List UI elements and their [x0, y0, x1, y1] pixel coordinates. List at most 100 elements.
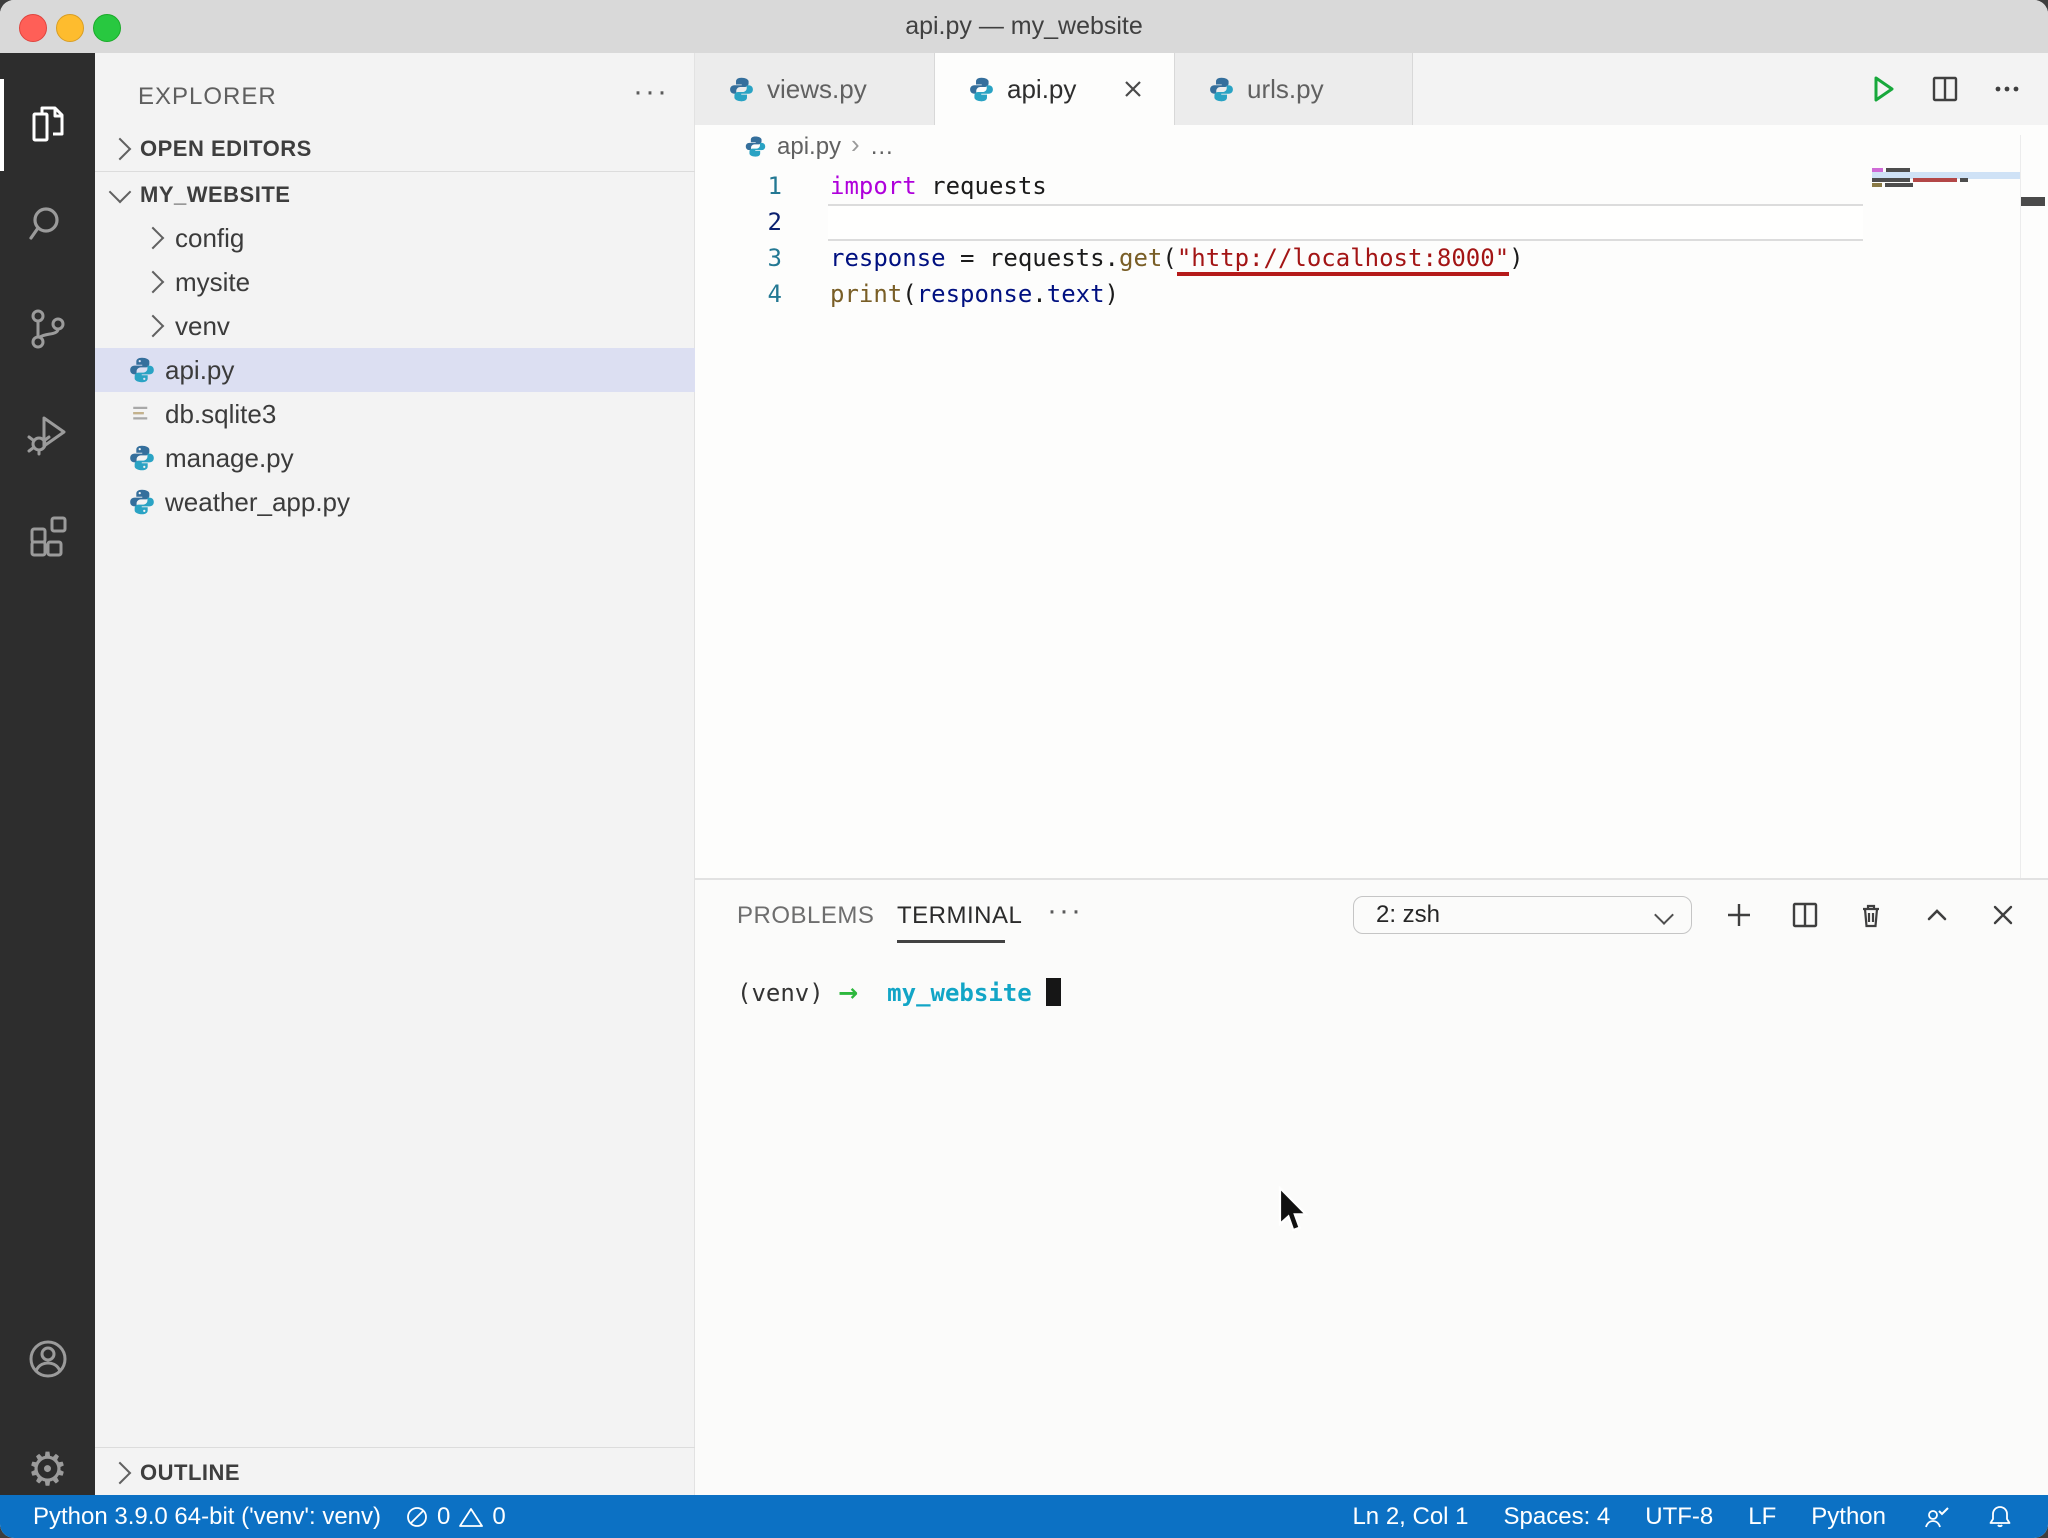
code-editor[interactable]: 1 import requests 2 3 response = requests.… — [695, 168, 2025, 312]
extensions-icon — [24, 512, 72, 560]
python-file-icon — [745, 136, 766, 157]
editor-group: views.py api.py urls.py api.py › … 1 imp… — [695, 53, 2048, 878]
gear-icon: ⚙ — [26, 1442, 69, 1496]
python-file-icon — [130, 445, 154, 471]
breadcrumb-symbol[interactable]: … — [870, 133, 894, 161]
tab-api-py[interactable]: api.py — [935, 53, 1175, 125]
python-file-icon — [130, 489, 154, 515]
close-panel-button[interactable] — [1986, 898, 2020, 932]
panel-tab-terminal[interactable]: TERMINAL — [897, 902, 1022, 930]
tree-item-db-sqlite3[interactable]: db.sqlite3 — [95, 392, 695, 436]
python-file-icon — [1210, 77, 1233, 101]
active-indicator — [0, 79, 4, 171]
code-line: 4 print(response.text) — [767, 280, 1119, 308]
chevron-right-icon — [141, 270, 165, 294]
active-tab-underline — [897, 940, 1005, 943]
chevron-right-icon — [108, 1461, 132, 1485]
tree-item-weather-app-py[interactable]: weather_app.py — [95, 480, 695, 524]
split-editor-button[interactable] — [1928, 72, 1962, 106]
debug-icon — [24, 410, 72, 458]
overview-ruler-mark — [2021, 197, 2045, 206]
close-tab-icon[interactable] — [1120, 76, 1146, 102]
kill-terminal-button[interactable] — [1854, 898, 1888, 932]
error-count: 0 — [437, 1502, 451, 1530]
chevron-right-icon — [108, 137, 132, 161]
activity-account[interactable] — [0, 1311, 95, 1407]
tree-item-api-py[interactable]: api.py — [95, 348, 695, 392]
terminal-venv: (venv) — [737, 979, 824, 1007]
breadcrumb-separator: › — [851, 129, 860, 159]
run-file-button[interactable] — [1866, 72, 1900, 106]
search-icon — [24, 200, 72, 248]
sidebar-more-actions[interactable]: ··· — [633, 75, 669, 109]
python-file-icon — [130, 357, 154, 383]
terminal-picker-dropdown[interactable]: 2: zsh — [1353, 896, 1692, 934]
section-open-editors[interactable]: OPEN EDITORS — [95, 127, 695, 171]
maximize-panel-button[interactable] — [1920, 898, 1954, 932]
screen: api.py — my_website ⚙ EXPLORER ··· OPEN … — [0, 0, 2048, 1538]
panel-tab-problems[interactable]: PROBLEMS — [737, 902, 874, 930]
tree-item-manage-py[interactable]: manage.py — [95, 436, 695, 480]
editor-actions — [1866, 53, 2048, 125]
tab-bar: views.py api.py urls.py — [695, 53, 2048, 125]
breadcrumb[interactable]: api.py › … — [695, 125, 2048, 168]
tree-item-config[interactable]: config — [95, 216, 695, 260]
activity-bar: ⚙ — [0, 53, 95, 1495]
minimap-border — [2020, 135, 2021, 878]
section-outline[interactable]: OUTLINE — [95, 1451, 695, 1495]
files-icon — [24, 100, 72, 148]
cursor-position-status[interactable]: Ln 2, Col 1 — [1352, 1503, 1468, 1531]
code-line: 2 — [767, 208, 782, 236]
tree-item-mysite[interactable]: mysite — [95, 260, 695, 304]
sidebar-title: EXPLORER — [138, 83, 277, 110]
status-bar: Python 3.9.0 64-bit ('venv': venv) 0 0 L… — [0, 1495, 2048, 1538]
code-line: 1 import requests — [767, 172, 1047, 200]
activity-run-debug[interactable] — [0, 386, 95, 482]
terminal[interactable]: (venv) → my_website — [737, 978, 1062, 1007]
mouse-cursor — [1278, 1186, 1309, 1232]
tab-views-py[interactable]: views.py — [695, 53, 935, 125]
database-file-icon — [133, 406, 148, 420]
activity-extensions[interactable] — [0, 488, 95, 584]
more-actions-button[interactable] — [1990, 72, 2024, 106]
git-branch-icon — [24, 305, 72, 353]
encoding-status[interactable]: UTF-8 — [1645, 1503, 1713, 1531]
terminal-prompt-arrow: → — [838, 979, 859, 1007]
activity-explorer[interactable] — [0, 76, 95, 172]
panel-actions — [1722, 898, 2020, 932]
chevron-down-icon — [1654, 905, 1674, 925]
indentation-status[interactable]: Spaces: 4 — [1504, 1503, 1611, 1531]
code-line: 3 response = requests.get("http://localho… — [695, 240, 2025, 276]
section-divider — [95, 171, 695, 172]
eol-status[interactable]: LF — [1748, 1503, 1776, 1531]
terminal-cwd: my_website — [887, 979, 1032, 1007]
python-file-icon — [970, 77, 993, 101]
problems-status[interactable]: 0 0 — [405, 1503, 506, 1531]
section-root-folder[interactable]: MY_WEBSITE — [95, 173, 695, 217]
activity-source-control[interactable] — [0, 281, 95, 377]
breadcrumb-file[interactable]: api.py — [777, 133, 841, 161]
window-title: api.py — my_website — [905, 12, 1143, 40]
account-icon — [24, 1335, 72, 1383]
activity-search[interactable] — [0, 176, 95, 272]
chevron-right-icon — [141, 314, 165, 338]
section-divider — [95, 1447, 695, 1448]
terminal-cursor — [1046, 978, 1062, 1006]
bottom-panel: PROBLEMS TERMINAL ··· 2: zsh (venv) → my… — [695, 878, 2048, 1495]
notifications-bell-icon[interactable] — [1986, 1503, 2014, 1531]
warning-count: 0 — [492, 1502, 506, 1530]
explorer-sidebar: EXPLORER ··· OPEN EDITORS MY_WEBSITE con… — [95, 53, 695, 1495]
panel-more-actions[interactable]: ··· — [1047, 894, 1083, 928]
title-bar: api.py — my_website — [0, 0, 2048, 54]
feedback-icon[interactable] — [1921, 1503, 1951, 1531]
warning-icon — [459, 1507, 484, 1527]
chevron-down-icon — [108, 180, 132, 204]
tab-urls-py[interactable]: urls.py — [1175, 53, 1413, 125]
new-terminal-button[interactable] — [1722, 898, 1756, 932]
split-terminal-button[interactable] — [1788, 898, 1822, 932]
python-file-icon — [730, 77, 753, 101]
language-mode-status[interactable]: Python — [1811, 1503, 1886, 1531]
python-interpreter-status[interactable]: Python 3.9.0 64-bit ('venv': venv) — [33, 1503, 381, 1531]
tree-item-venv[interactable]: venv — [95, 304, 695, 348]
vscode-window: api.py — my_website ⚙ EXPLORER ··· OPEN … — [0, 0, 2048, 1538]
